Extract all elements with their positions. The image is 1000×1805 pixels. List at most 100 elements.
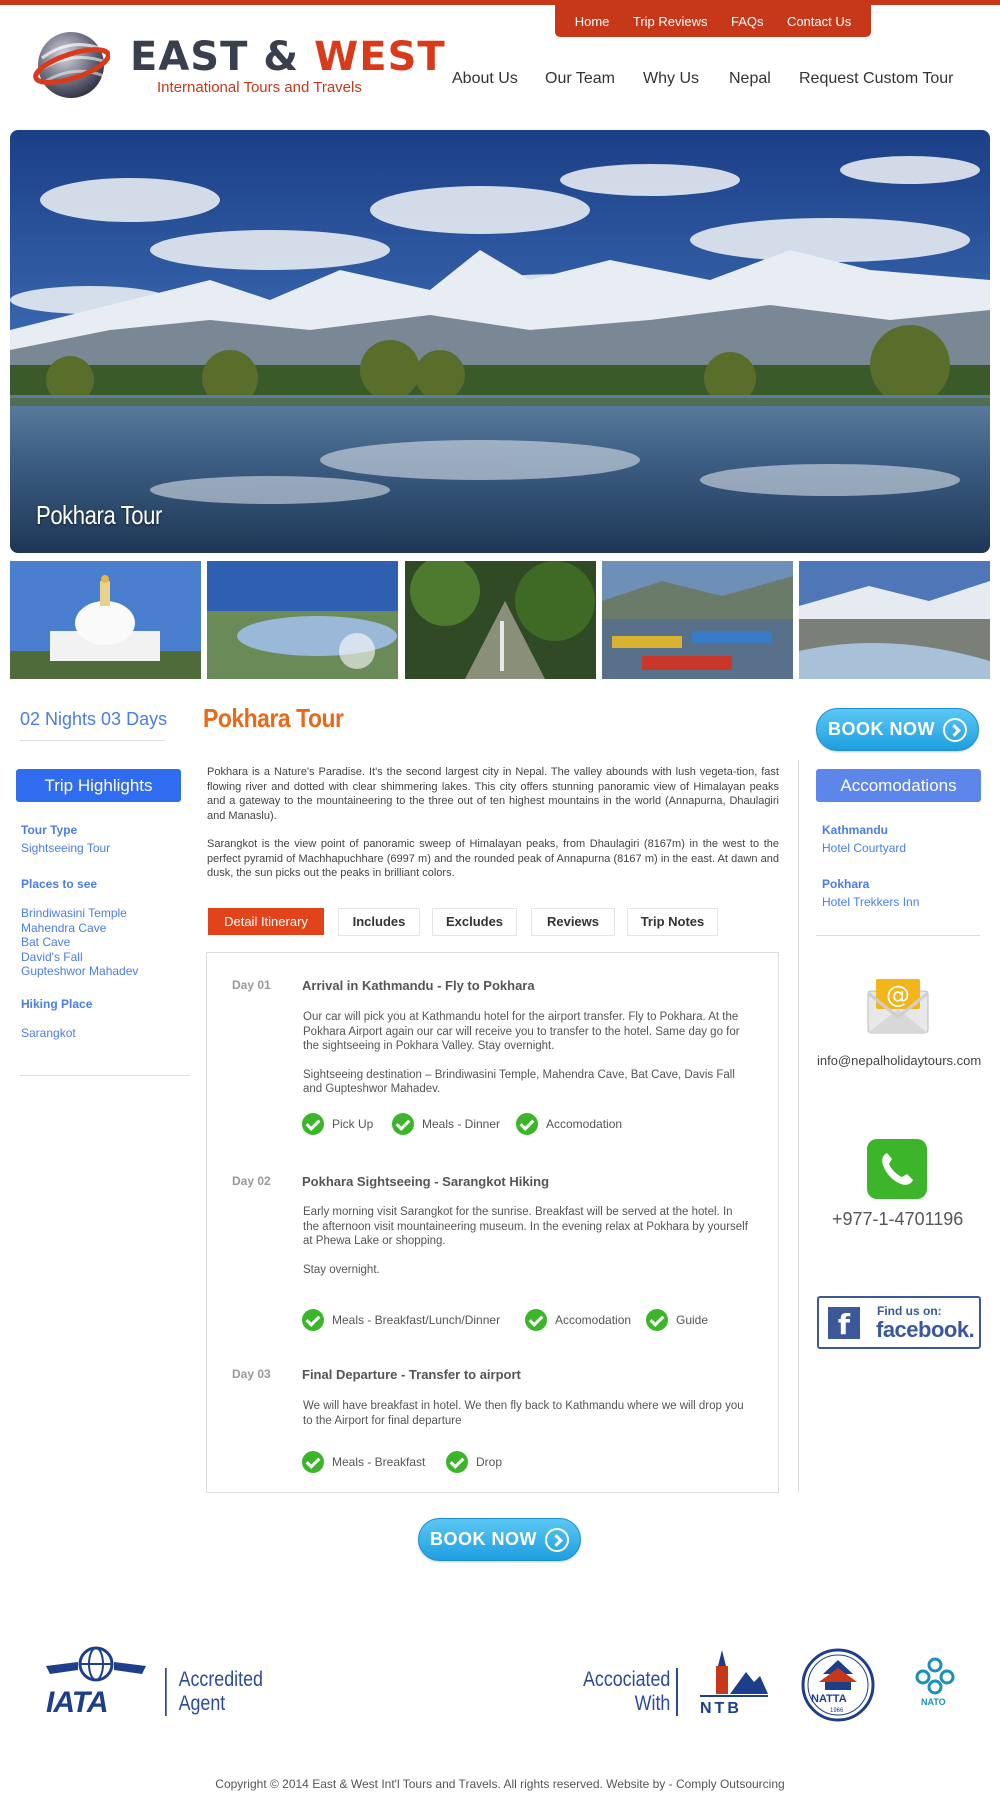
check-icon — [525, 1309, 547, 1331]
tab-includes[interactable]: Includes — [338, 908, 420, 936]
day-description: Our car will pick you at Kathmandu hotel… — [303, 1010, 751, 1097]
hero-banner: Pokhara Tour — [10, 130, 990, 553]
top-nav-contact-us[interactable]: Contact Us — [787, 14, 851, 29]
contact-phone[interactable]: +977-1-4701196 — [832, 1209, 963, 1230]
main-nav-why-us[interactable]: Why Us — [643, 70, 699, 88]
svg-text:@: @ — [886, 981, 910, 1009]
place-item[interactable]: Mahendra Cave — [21, 921, 138, 936]
itinerary-panel: Day 01 Arrival in Kathmandu - Fly to Pok… — [206, 952, 779, 1493]
divider — [20, 740, 165, 741]
main-nav-nepal[interactable]: Nepal — [729, 70, 771, 88]
day-paragraph: We will have breakfast in hotel. We then… — [303, 1400, 744, 1427]
tour-type-heading: Tour Type — [21, 823, 78, 837]
accredited-line: Agent — [178, 1692, 226, 1715]
facebook-find-label: Find us on: — [877, 1304, 942, 1318]
tab-detail-itinerary[interactable]: Detail Itinerary — [208, 908, 324, 935]
day-paragraph: Our car will pick you at Kathmandu hotel… — [303, 1011, 740, 1052]
email-icon: @ — [867, 979, 929, 1034]
chevron-right-icon — [943, 717, 967, 742]
check-icon — [302, 1451, 324, 1473]
day-label: Day 02 — [232, 1174, 271, 1188]
top-nav: Home Trip Reviews FAQs Contact Us — [555, 5, 871, 37]
facebook-label: facebook. — [876, 1317, 975, 1342]
check-icon — [302, 1309, 324, 1331]
top-nav-faqs[interactable]: FAQs — [731, 14, 764, 29]
thumbnail-seti-river[interactable] — [799, 561, 990, 679]
nato-logo — [915, 1657, 955, 1695]
place-item[interactable]: David's Fall — [21, 950, 138, 965]
associated-with-label: Accociated With — [583, 1668, 670, 1716]
brand-logo[interactable]: EAST & WEST International Tours and Trav… — [30, 28, 445, 108]
associated-line: Accociated — [583, 1668, 671, 1691]
thumbnail-davis-fall[interactable] — [404, 561, 596, 679]
tab-excludes[interactable]: Excludes — [432, 908, 517, 936]
day-title: Arrival in Kathmandu - Fly to Pokhara — [302, 978, 535, 993]
accommodations-button[interactable]: Accomodations — [816, 769, 981, 802]
places-heading: Places to see — [21, 877, 98, 891]
feature-meals-all: Meals - Breakfast/Lunch/Dinner — [302, 1309, 500, 1331]
natta-year: 1966 — [830, 1708, 844, 1714]
book-now-button-bottom[interactable]: BOOK NOW — [418, 1518, 581, 1561]
associated-line: With — [634, 1692, 671, 1715]
intro-paragraph: Pokhara is a Nature's Paradise. It's the… — [207, 766, 779, 822]
feature-guide: Guide — [646, 1309, 708, 1331]
day-title: Final Departure - Transfer to airport — [302, 1367, 521, 1382]
thumbnail-boats[interactable] — [601, 561, 793, 679]
ntb-text: NTB — [700, 1700, 742, 1717]
iata-globe-icon — [46, 1646, 146, 1682]
tab-reviews[interactable]: Reviews — [531, 908, 615, 936]
thumbnail-peace-stupa[interactable] — [10, 561, 201, 679]
stay-hotel[interactable]: Hotel Trekkers Inn — [822, 895, 919, 909]
facebook-icon: f — [828, 1307, 860, 1341]
ntb-logo — [700, 1650, 768, 1697]
check-icon — [646, 1309, 668, 1331]
day-label: Day 03 — [232, 1367, 271, 1381]
main-nav-about-us[interactable]: About Us — [452, 70, 518, 88]
brand-name: EAST & WEST — [130, 34, 446, 80]
top-nav-home[interactable]: Home — [575, 14, 610, 29]
feature-pick-up: Pick Up — [302, 1113, 373, 1135]
book-now-button[interactable]: BOOK NOW — [816, 708, 979, 751]
hiking-heading: Hiking Place — [21, 997, 93, 1011]
facebook-button[interactable]: f Find us on: facebook. — [817, 1296, 981, 1349]
check-icon — [516, 1113, 538, 1135]
check-icon — [302, 1113, 324, 1135]
column-divider — [798, 760, 799, 1493]
tour-type-value[interactable]: Sightseeing Tour — [21, 841, 110, 855]
intro-paragraph: Sarangkot is the view point of panoramic… — [207, 838, 779, 879]
copyright-text: Copyright © 2014 East & West Int'l Tours… — [215, 1777, 785, 1791]
check-icon — [446, 1451, 468, 1473]
accredited-line: Accredited — [178, 1668, 263, 1691]
thumbnail-phewa-lake[interactable] — [207, 561, 399, 679]
hero-landscape-image — [10, 130, 990, 553]
day-paragraph: Stay overnight. — [303, 1263, 380, 1276]
hero-caption: Pokhara Tour — [36, 500, 162, 530]
stay-city: Pokhara — [822, 877, 870, 891]
day-label: Day 01 — [232, 978, 271, 992]
place-item[interactable]: Bat Cave — [21, 935, 138, 950]
nato-text: NATO — [921, 1697, 946, 1707]
divider — [20, 1075, 190, 1076]
phone-icon — [867, 1139, 927, 1199]
check-icon — [392, 1113, 414, 1135]
feature-accomodation: Accomodation — [516, 1113, 622, 1135]
place-item[interactable]: Brindiwasini Temple — [21, 906, 138, 921]
day-paragraph: Sightseeing destination – Brindiwasini T… — [303, 1068, 735, 1096]
natta-text: NATTA — [811, 1693, 847, 1705]
day-description: Early morning visit Sarangkot for the su… — [303, 1205, 751, 1277]
divider — [676, 1668, 678, 1716]
iata-text: IATA — [46, 1686, 109, 1719]
trip-highlights-button[interactable]: Trip Highlights — [16, 769, 181, 802]
hiking-value[interactable]: Sarangkot — [21, 1026, 76, 1040]
tab-trip-notes[interactable]: Trip Notes — [627, 908, 718, 936]
chevron-right-icon — [545, 1527, 569, 1552]
main-nav-request-custom-tour[interactable]: Request Custom Tour — [799, 70, 953, 88]
main-nav-our-team[interactable]: Our Team — [545, 70, 615, 88]
stay-hotel[interactable]: Hotel Courtyard — [822, 841, 906, 855]
place-item[interactable]: Gupteshwor Mahadev — [21, 964, 138, 979]
top-nav-trip-reviews[interactable]: Trip Reviews — [633, 14, 708, 29]
contact-email[interactable]: info@nepalholidaytours.com — [817, 1053, 981, 1068]
brand-tagline: International Tours and Travels — [157, 79, 362, 96]
globe-logo-icon — [33, 32, 110, 98]
divider — [816, 935, 980, 936]
